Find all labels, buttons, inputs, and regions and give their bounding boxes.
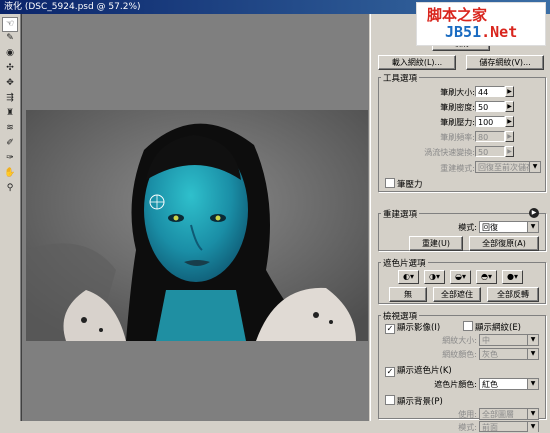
reconstruct-mode-label-2: 模式: bbox=[458, 223, 477, 232]
backdrop-mode-select: 前面 ▼ bbox=[479, 421, 539, 432]
forward-warp-icon[interactable]: ☜ bbox=[2, 17, 18, 32]
show-mask-label: 顯示遮色片(K) bbox=[397, 366, 452, 376]
push-left-icon[interactable]: ⇶ bbox=[3, 92, 17, 105]
turbulent-jitter-label: 渦流快速變換: bbox=[424, 148, 475, 157]
mask-color-label: 遮色片顏色: bbox=[434, 380, 477, 389]
backdrop-mode-value: 前面 bbox=[482, 423, 498, 432]
reconstruct-mode-dropdown[interactable]: 回復 ▼ bbox=[479, 221, 539, 233]
show-mesh-label: 顯示網紋(E) bbox=[475, 323, 522, 333]
backdrop-mode-label: 模式: bbox=[458, 423, 477, 432]
checkmark-icon: ✓ bbox=[385, 324, 395, 334]
mesh-color-select: 灰色 ▼ bbox=[479, 348, 539, 360]
mask-add-icon[interactable]: ◑▾ bbox=[424, 270, 445, 284]
tool-palette: ☜ ✎ ◉ ✣ ✥ ⇶ ♜ ≋ ✐ ✑ ✋ ⚲ bbox=[0, 14, 21, 421]
load-mesh-button[interactable]: 載入網紋(L)... bbox=[378, 55, 456, 70]
chevron-down-icon: ▼ bbox=[529, 162, 540, 172]
options-panel: 確定 取消 載入網紋(L)... 儲存網紋(V)... 工具選項 筆刷大小: 4… bbox=[370, 14, 550, 432]
reconstruct-options-title: 重建選項 bbox=[381, 208, 420, 220]
stylus-pressure-checkbox[interactable]: 筆壓力 bbox=[385, 178, 423, 190]
watermark-line1: 脚本之家 bbox=[427, 6, 488, 24]
turbulent-jitter-arrow-icon: ▶ bbox=[505, 146, 514, 157]
reconstruct-mode-dropdown-value: 回復 bbox=[482, 223, 498, 232]
mesh-size-value: 中 bbox=[482, 336, 490, 345]
brush-size-arrow-icon[interactable]: ▶ bbox=[505, 86, 514, 97]
brush-density-label: 筆刷密度: bbox=[440, 103, 475, 112]
reconstruct-mode-value: 回復至前次儲存 bbox=[478, 163, 534, 172]
watermark-line2: JB51.Net bbox=[445, 23, 517, 41]
show-image-label: 顯示影像(I) bbox=[397, 323, 441, 333]
play-arrow-icon[interactable]: ▶ bbox=[529, 208, 539, 218]
backdrop-use-select: 全部圖層 ▼ bbox=[479, 408, 539, 420]
brush-size-field[interactable]: 44 bbox=[475, 86, 505, 97]
brush-density-field[interactable]: 50 bbox=[475, 101, 505, 112]
chevron-down-icon: ▼ bbox=[527, 349, 538, 359]
mask-subtract-icon[interactable]: ◒▾ bbox=[450, 270, 471, 284]
reconstruct-icon[interactable]: ✎ bbox=[3, 32, 17, 45]
checkbox-icon bbox=[385, 395, 395, 405]
checkbox-icon bbox=[385, 178, 395, 188]
watermark-jb51: JB51 bbox=[445, 23, 482, 41]
mask-all-button[interactable]: 全部遮住 bbox=[433, 287, 481, 302]
bloat-icon[interactable]: ✥ bbox=[3, 77, 17, 90]
brush-pressure-field[interactable]: 100 bbox=[475, 116, 505, 127]
brush-pressure-label: 筆刷壓力: bbox=[440, 118, 475, 127]
brush-density-arrow-icon[interactable]: ▶ bbox=[505, 101, 514, 112]
brush-rate-label: 筆刷頻率: bbox=[440, 133, 475, 142]
reconstruct-mode-select: 回復至前次儲存 ▼ bbox=[475, 161, 541, 173]
preview-canvas[interactable] bbox=[21, 14, 369, 421]
show-mesh-checkbox[interactable]: 顯示網紋(E) bbox=[463, 321, 521, 333]
preview-image[interactable] bbox=[26, 110, 368, 341]
mask-none-button[interactable]: 無 bbox=[389, 287, 427, 302]
invert-all-button[interactable]: 全部反轉 bbox=[487, 287, 539, 302]
mask-color-value: 紅色 bbox=[482, 380, 498, 389]
show-mask-checkbox[interactable]: ✓ 顯示遮色片(K) bbox=[385, 364, 452, 377]
show-backdrop-label: 顯示背景(P) bbox=[397, 397, 443, 407]
mask-color-select[interactable]: 紅色 ▼ bbox=[479, 378, 539, 390]
checkbox-icon bbox=[463, 321, 473, 331]
brush-pressure-arrow-icon[interactable]: ▶ bbox=[505, 116, 514, 127]
backdrop-use-value: 全部圖層 bbox=[482, 410, 514, 419]
turbulence-icon[interactable]: ≋ bbox=[3, 122, 17, 135]
hand-icon[interactable]: ✋ bbox=[3, 167, 17, 180]
restore-all-button[interactable]: 全部復原(A) bbox=[469, 236, 539, 251]
show-image-checkbox[interactable]: ✓ 顯示影像(I) bbox=[385, 321, 440, 334]
mirror-icon[interactable]: ♜ bbox=[3, 107, 17, 120]
mesh-color-value: 灰色 bbox=[482, 350, 498, 359]
watermark-net: .Net bbox=[481, 23, 518, 41]
mask-replace-icon[interactable]: ◐▾ bbox=[398, 270, 419, 284]
site-watermark: 脚本之家 JB51.Net bbox=[416, 2, 546, 46]
mask-options-title: 遮色片選項 bbox=[381, 257, 428, 269]
chevron-down-icon: ▼ bbox=[527, 409, 538, 419]
backdrop-use-label: 使用: bbox=[458, 410, 477, 419]
show-backdrop-checkbox[interactable]: 顯示背景(P) bbox=[385, 395, 443, 407]
chevron-down-icon: ▼ bbox=[527, 335, 538, 345]
thaw-mask-icon[interactable]: ✑ bbox=[3, 152, 17, 165]
brush-size-label: 筆刷大小: bbox=[440, 88, 475, 97]
mask-invert-icon[interactable]: ●▾ bbox=[502, 270, 523, 284]
mask-intersect-icon[interactable]: ◓▾ bbox=[476, 270, 497, 284]
save-mesh-button[interactable]: 儲存網紋(V)... bbox=[466, 55, 544, 70]
twirl-icon[interactable]: ◉ bbox=[3, 47, 17, 60]
chevron-down-icon: ▼ bbox=[527, 222, 538, 232]
chevron-down-icon: ▼ bbox=[527, 379, 538, 389]
brush-rate-arrow-icon: ▶ bbox=[505, 131, 514, 142]
turbulent-jitter-field: 50 bbox=[475, 146, 505, 157]
brush-rate-field: 80 bbox=[475, 131, 505, 142]
mesh-size-select: 中 ▼ bbox=[479, 334, 539, 346]
mesh-size-label: 網紋大小: bbox=[442, 336, 477, 345]
checkmark-icon: ✓ bbox=[385, 367, 395, 377]
portrait-illustration bbox=[26, 110, 368, 341]
chevron-down-icon: ▼ bbox=[527, 422, 538, 432]
reconstruct-mode-label: 重建模式: bbox=[440, 164, 475, 173]
freeze-mask-icon[interactable]: ✐ bbox=[3, 137, 17, 150]
pucker-icon[interactable]: ✣ bbox=[3, 62, 17, 75]
tool-options-title: 工具選項 bbox=[381, 72, 420, 84]
reconstruct-button[interactable]: 重建(U) bbox=[409, 236, 463, 251]
stylus-pressure-label: 筆壓力 bbox=[397, 180, 423, 190]
zoom-icon[interactable]: ⚲ bbox=[3, 182, 17, 195]
mesh-color-label: 網紋顏色: bbox=[442, 350, 477, 359]
window-title: 液化 (DSC_5924.psd @ 57.2%) bbox=[4, 2, 141, 12]
